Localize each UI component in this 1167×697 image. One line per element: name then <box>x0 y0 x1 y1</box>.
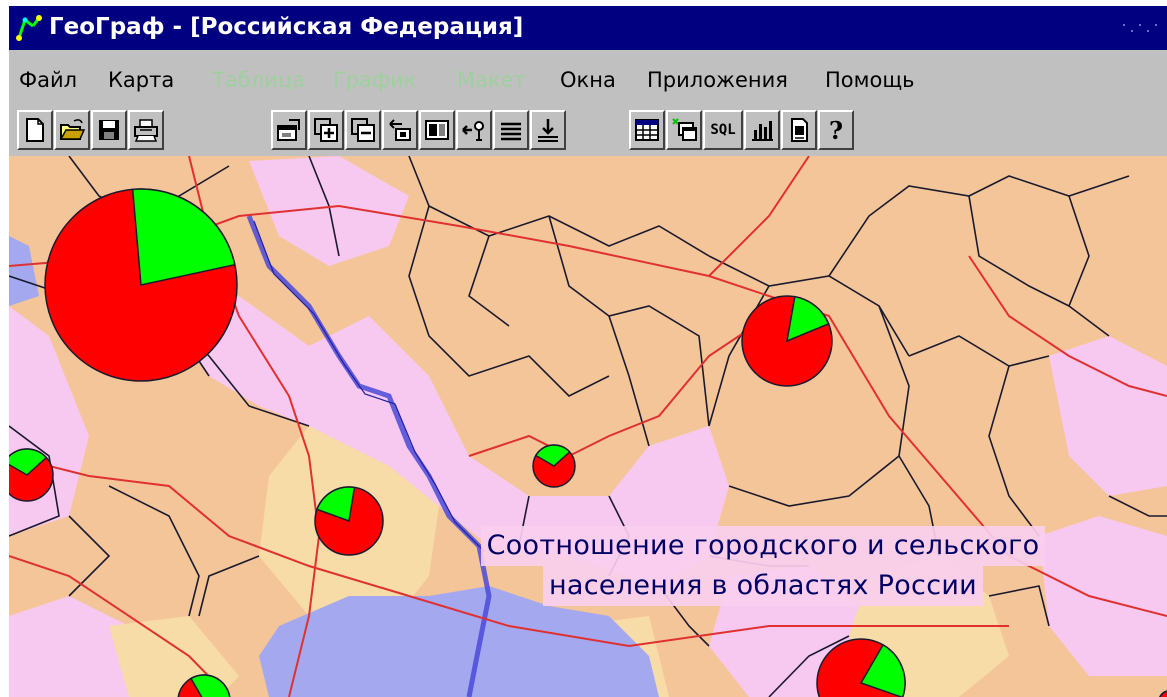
menu-file[interactable]: Файл <box>19 63 77 97</box>
legend-lines-button[interactable] <box>493 110 529 150</box>
query-windows-button[interactable] <box>666 110 702 150</box>
map-view[interactable]: Соотношение городского и сельского насел… <box>9 156 1167 697</box>
title-bar-pattern <box>1123 24 1157 32</box>
pie-marker[interactable] <box>314 486 384 556</box>
identify-button[interactable] <box>419 110 455 150</box>
title-bar[interactable]: ГеоГраф - [Российская Федерация] <box>9 6 1167 50</box>
print-button[interactable] <box>128 110 164 150</box>
layer-properties-icon <box>277 119 300 141</box>
menu-help[interactable]: Помощь <box>825 63 915 97</box>
menu-applications[interactable]: Приложения <box>647 63 788 97</box>
help-icon: ? <box>828 115 844 145</box>
open-button[interactable] <box>54 110 90 150</box>
pie-marker[interactable] <box>44 188 238 382</box>
help-button[interactable]: ? <box>818 110 854 150</box>
query-windows-icon <box>672 118 697 141</box>
menu-chart[interactable]: График <box>333 63 416 97</box>
layer-order-button[interactable] <box>382 110 418 150</box>
report-icon <box>791 118 808 142</box>
menu-bar: Файл Карта Таблица График Макет Окна При… <box>9 58 1167 104</box>
table-button[interactable] <box>629 110 665 150</box>
toolbar: SQL ? <box>9 108 1167 158</box>
pie-marker[interactable] <box>9 448 54 502</box>
print-icon <box>134 119 158 142</box>
report-button[interactable] <box>781 110 817 150</box>
identify-icon <box>425 120 449 140</box>
caption-line-1: Соотношение городского и сельского <box>480 526 1046 566</box>
save-button[interactable] <box>91 110 127 150</box>
pointer-info-button[interactable] <box>456 110 492 150</box>
layer-properties-button[interactable] <box>271 110 307 150</box>
new-document-icon <box>26 118 44 142</box>
download-button[interactable] <box>530 110 566 150</box>
window-title: ГеоГраф - [Российская Федерация] <box>49 14 524 40</box>
new-document-button[interactable] <box>17 110 53 150</box>
app-window: ГеоГраф - [Российская Федерация] Файл Ка… <box>9 6 1167 697</box>
table-icon <box>635 119 659 141</box>
add-layer-icon <box>314 118 338 142</box>
remove-layer-icon <box>351 118 375 142</box>
layer-order-icon <box>389 119 411 141</box>
sql-icon: SQL <box>710 122 736 138</box>
legend-lines-icon <box>501 122 521 141</box>
menu-map[interactable]: Карта <box>108 63 174 97</box>
remove-layer-button[interactable] <box>345 110 381 150</box>
add-layer-button[interactable] <box>308 110 344 150</box>
map-canvas[interactable] <box>9 156 1167 697</box>
menu-table[interactable]: Таблица <box>212 63 305 97</box>
save-disk-icon <box>99 120 119 140</box>
pie-marker[interactable] <box>741 295 833 387</box>
menu-layout[interactable]: Макет <box>457 63 526 97</box>
download-icon <box>538 119 558 142</box>
bar-chart-icon <box>752 121 773 141</box>
pointer-info-icon <box>462 121 484 141</box>
map-caption: Соотношение городского и сельского насел… <box>423 526 1103 606</box>
pie-marker[interactable] <box>532 444 576 488</box>
sql-button[interactable]: SQL <box>703 110 743 150</box>
caption-line-2: населения в областях России <box>542 566 984 606</box>
chart-button[interactable] <box>744 110 780 150</box>
open-folder-icon <box>59 119 86 140</box>
menu-windows[interactable]: Окна <box>560 63 616 97</box>
app-logo-icon <box>16 15 42 41</box>
